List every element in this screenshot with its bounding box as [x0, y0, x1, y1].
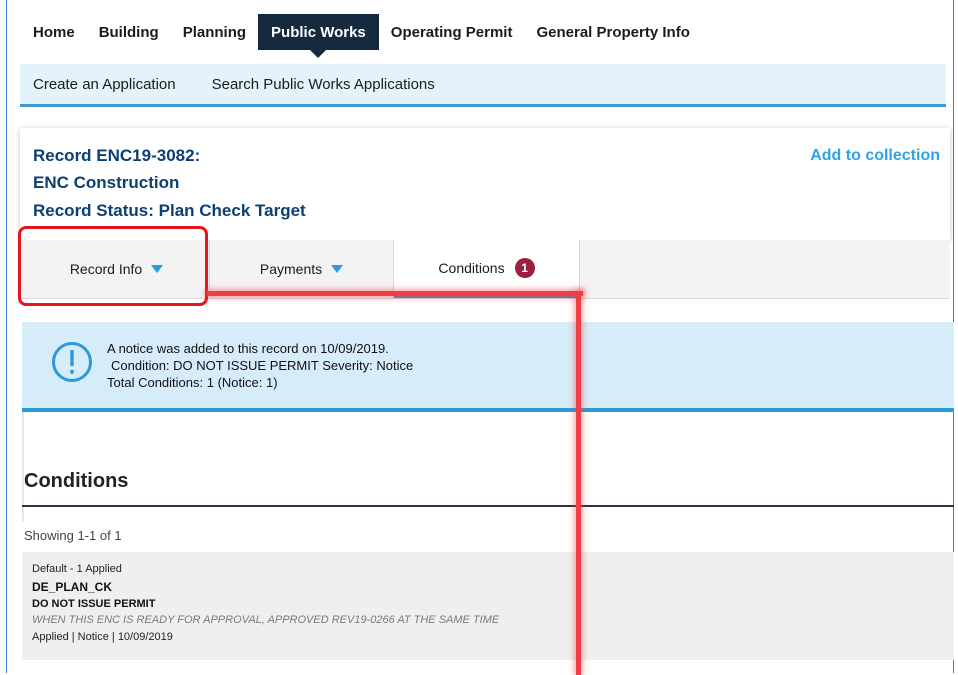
record-id: Record ENC19-3082:	[33, 146, 201, 165]
tab-payments[interactable]: Payments	[210, 240, 394, 298]
notice-text: A notice was added to this record on 10/…	[107, 340, 413, 391]
condition-meta: Applied | Notice | 10/09/2019	[32, 631, 173, 643]
record-header: Record ENC19-3082: ENC Construction Reco…	[20, 128, 950, 240]
highlight-box-annotation	[18, 226, 208, 306]
highlight-connector-horizontal	[207, 291, 583, 296]
nav-general-property-info[interactable]: General Property Info	[524, 14, 701, 50]
conditions-count-badge: 1	[514, 258, 535, 278]
notice-line-date: A notice was added to this record on 10/…	[107, 341, 389, 356]
condition-code: DE_PLAN_CK	[32, 580, 113, 594]
condition-list-item: Default - 1 Applied DE_PLAN_CK DO NOT IS…	[22, 552, 954, 660]
nav-building[interactable]: Building	[87, 14, 171, 50]
highlight-connector-vertical	[576, 291, 581, 675]
record-type: ENC Construction	[33, 173, 180, 192]
nav-public-works[interactable]: Public Works	[258, 14, 379, 58]
nav-home[interactable]: Home	[20, 14, 87, 50]
notice-line-condition: Condition: DO NOT ISSUE PERMIT Severity:…	[111, 358, 414, 373]
notice-banner: A notice was added to this record on 10/…	[22, 322, 954, 412]
sub-navigation: Create an Application Search Public Work…	[20, 64, 946, 107]
condition-description: WHEN THIS ENC IS READY FOR APPROVAL, APP…	[32, 614, 500, 626]
nav-planning[interactable]: Planning	[171, 14, 258, 50]
add-to-collection-link[interactable]: Add to collection	[810, 147, 940, 165]
condition-group: Default - 1 Applied	[32, 563, 122, 575]
tab-payments-label: Payments	[259, 261, 323, 277]
conditions-showing-count: Showing 1-1 of 1	[24, 528, 122, 543]
conditions-divider	[22, 505, 954, 507]
exclamation-circle-icon	[52, 342, 92, 382]
record-status: Record Status: Plan Check Target	[33, 201, 306, 220]
tab-conditions-label: Conditions	[438, 260, 505, 276]
nav-operating-permit[interactable]: Operating Permit	[379, 14, 525, 50]
top-navigation: Home Building Planning Public Works Oper…	[20, 14, 702, 58]
condition-name: DO NOT ISSUE PERMIT	[32, 598, 156, 610]
tab-conditions[interactable]: Conditions 1	[394, 240, 580, 298]
subnav-create-application[interactable]: Create an Application	[20, 76, 189, 93]
triangle-down-icon	[331, 265, 344, 273]
subnav-search-applications[interactable]: Search Public Works Applications	[199, 76, 448, 93]
conditions-heading: Conditions	[24, 470, 129, 492]
notice-line-total: Total Conditions: 1 (Notice: 1)	[107, 375, 278, 390]
